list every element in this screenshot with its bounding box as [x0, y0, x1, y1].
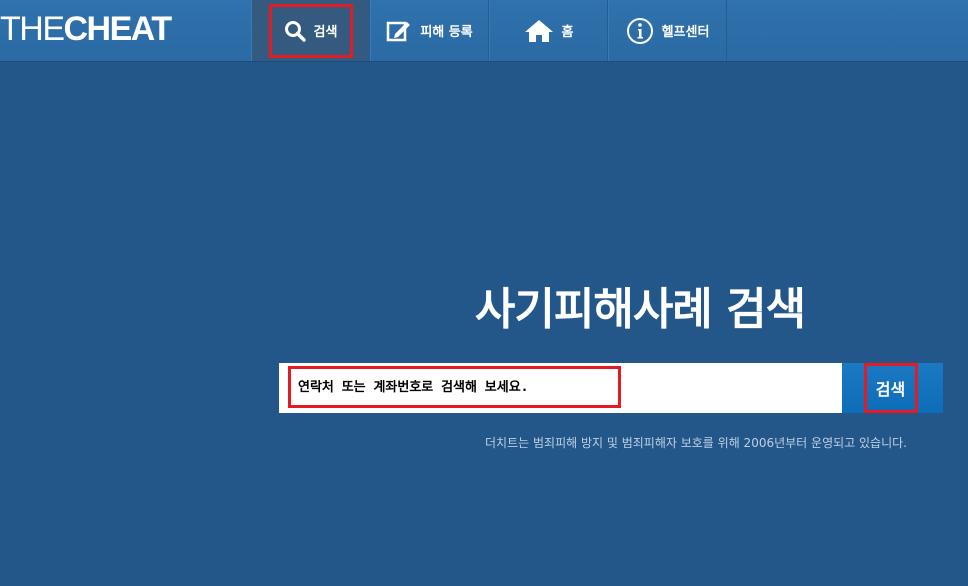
- page: THECHEAT 검색 피해 등록 홈 헬프센터 사기피해사례 검색 연락처 또…: [0, 0, 968, 586]
- logo-text-light: THE: [0, 10, 65, 48]
- nav-home-tab[interactable]: 홈: [489, 0, 608, 61]
- top-navigation-bar: THECHEAT 검색 피해 등록 홈 헬프센터: [0, 0, 968, 62]
- logo-text-bold: CHEAT: [63, 10, 173, 48]
- nav-search-label: 검색: [313, 25, 338, 40]
- nav-help-label: 헬프센터: [661, 25, 710, 40]
- page-title: 사기피해사례 검색: [474, 284, 806, 335]
- search-input[interactable]: [298, 379, 608, 395]
- nav-search-tab[interactable]: 검색: [251, 0, 370, 61]
- nav-report-tab[interactable]: 피해 등록: [370, 0, 489, 61]
- nav-report-label: 피해 등록: [420, 25, 473, 40]
- search-button[interactable]: 검색: [842, 363, 943, 413]
- search-input-highlight: [288, 366, 621, 408]
- search-icon: [284, 20, 306, 42]
- search-button-label: 검색: [875, 380, 906, 399]
- info-icon: [626, 17, 654, 45]
- thecheat-logo[interactable]: THECHEAT: [0, 9, 173, 49]
- nav-search-highlight: 검색: [268, 3, 353, 58]
- site-description: 더치트는 범죄피해 방지 및 범죄피해자 보호를 위해 2006년부터 운영되고…: [485, 436, 907, 450]
- nav-help-tab[interactable]: 헬프센터: [608, 0, 727, 61]
- nav-home-label: 홈: [561, 25, 574, 40]
- edit-icon: [386, 19, 412, 43]
- search-form: 검색: [279, 363, 943, 413]
- search-button-highlight: 검색: [863, 363, 918, 413]
- home-icon: [524, 19, 554, 43]
